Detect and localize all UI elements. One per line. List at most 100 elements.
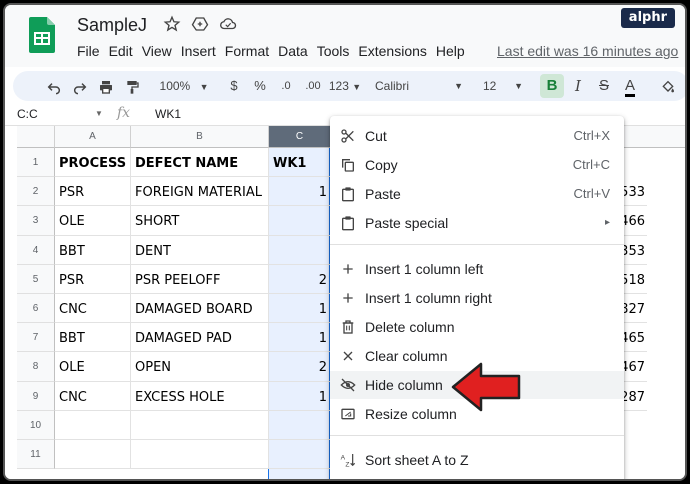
column-header-a[interactable]: A [55,126,131,148]
table-cell-defect[interactable]: OPEN [131,352,269,382]
font-select[interactable]: Calibri ▼ [375,71,467,101]
menu-item-cut[interactable]: Cut Ctrl+X [330,122,624,150]
resize-column-label: Resize column [365,406,457,422]
text-color-label: A [624,78,635,97]
star-icon[interactable] [163,15,181,33]
empty-cell[interactable] [55,440,131,470]
redo-icon[interactable] [69,71,91,101]
menu-item-paste[interactable]: Paste Ctrl+V [330,180,624,208]
menu-file[interactable]: File [77,43,107,59]
row-header[interactable]: 5 [17,264,55,294]
percent-button[interactable]: % [251,71,269,101]
empty-cell[interactable] [131,440,269,470]
clipboard-icon [342,216,354,231]
decrease-decimal-button[interactable]: .0 [275,71,297,101]
table-cell-wk1[interactable] [269,236,331,265]
header-cell[interactable]: PROCESS [55,148,131,178]
menu-item-insert-left[interactable]: Insert 1 column left [330,255,624,283]
row-header[interactable]: 4 [17,235,55,265]
menu-tools[interactable]: Tools [317,43,357,59]
row-header[interactable]: 2 [17,177,55,207]
header-cell[interactable]: DEFECT NAME [131,148,269,178]
fx-icon: fx [117,105,131,121]
menu-format[interactable]: Format [225,43,276,59]
italic-button[interactable]: I [567,71,589,101]
column-header-c[interactable]: C [269,126,331,148]
doc-title[interactable]: SampleJ [77,15,147,36]
column-header-b[interactable]: B [131,126,269,148]
table-cell-defect[interactable]: DAMAGED BOARD [131,294,269,324]
table-cell-process[interactable]: PSR [55,177,131,207]
table-cell-wk1[interactable]: 1 [269,177,331,207]
select-all-corner[interactable] [17,126,55,148]
increase-decimal-button[interactable]: .00 [301,71,325,101]
menu-item-copy[interactable]: Copy Ctrl+C [330,151,624,179]
table-cell-wk1[interactable]: 1 [269,323,331,353]
row-header[interactable]: 1 [17,148,55,178]
row-header[interactable]: 11 [17,440,55,470]
table-cell-defect[interactable]: FOREIGN MATERIAL [131,177,269,207]
empty-cell[interactable] [269,411,331,440]
table-cell-defect[interactable]: DAMAGED PAD [131,323,269,353]
menu-item-insert-right[interactable]: Insert 1 column right [330,284,624,312]
strikethrough-button[interactable]: S [593,71,615,101]
more-formats-label: 123 [328,79,349,93]
table-cell-process[interactable]: CNC [55,381,131,411]
menu-data[interactable]: Data [278,43,315,59]
table-cell-wk1[interactable] [269,206,331,236]
formula-input[interactable]: WK1 [155,107,181,121]
currency-button[interactable]: $ [225,71,243,101]
row-header[interactable]: 8 [17,352,55,382]
empty-cell[interactable] [55,410,131,440]
table-cell-wk1[interactable]: 1 [269,294,331,324]
menu-item-sort-a-z[interactable]: AZ Sort sheet A to Z [330,446,624,474]
print-icon[interactable] [95,71,117,101]
fill-color-icon[interactable] [657,71,679,101]
bold-button[interactable]: B [540,74,564,98]
table-cell-process[interactable]: OLE [55,206,131,236]
undo-icon[interactable] [43,71,65,101]
sort-a-z-label: Sort sheet A to Z [365,452,469,468]
menu-edit[interactable]: Edit [109,43,140,59]
table-cell-wk1[interactable]: 1 [269,382,331,411]
row-header[interactable]: 10 [17,410,55,440]
header-cell[interactable]: WK1 [269,148,331,178]
row-header[interactable]: 9 [17,381,55,411]
cut-label: Cut [365,128,387,144]
name-box[interactable]: C:C ▼ [17,107,107,121]
table-cell-defect[interactable]: SHORT [131,206,269,236]
table-cell-process[interactable]: PSR [55,264,131,294]
chevron-down-icon: ▼ [514,81,523,91]
zoom-select[interactable]: 100% ▼ [159,71,209,101]
move-to-drive-icon[interactable] [191,15,209,33]
row-header[interactable]: 6 [17,294,55,324]
table-cell-process[interactable]: BBT [55,323,131,353]
table-cell-process[interactable]: BBT [55,235,131,265]
table-cell-defect[interactable]: DENT [131,235,269,265]
menu-insert[interactable]: Insert [181,43,223,59]
table-cell-defect[interactable]: PSR PEELOFF [131,264,269,294]
menu-extensions[interactable]: Extensions [358,43,433,59]
chevron-down-icon: ▼ [454,81,463,91]
cloud-saved-icon[interactable] [219,15,237,33]
font-size-select[interactable]: 12 ▼ [479,71,529,101]
paint-format-icon[interactable] [121,71,143,101]
screenshot-frame: SampleJ File Edit View Insert Format Dat… [3,3,687,481]
table-cell-process[interactable]: OLE [55,352,131,382]
table-cell-wk1[interactable]: 2 [269,265,331,294]
more-formats-select[interactable]: 123 ▼ [327,71,363,101]
table-cell-process[interactable]: CNC [55,294,131,324]
empty-cell[interactable] [131,410,269,440]
row-header[interactable]: 7 [17,323,55,353]
menu-help[interactable]: Help [436,43,472,59]
font-size-value: 12 [483,79,497,93]
last-edit-link[interactable]: Last edit was 16 minutes ago [497,43,678,59]
row-header[interactable]: 3 [17,206,55,236]
menu-view[interactable]: View [142,43,179,59]
menu-item-paste-special[interactable]: Paste special ▸ [330,209,624,237]
table-cell-wk1[interactable]: 2 [269,352,331,382]
menu-item-delete-column[interactable]: Delete column [330,313,624,341]
empty-cell[interactable] [269,440,331,470]
text-color-button[interactable]: A [619,71,641,101]
table-cell-defect[interactable]: EXCESS HOLE [131,381,269,411]
